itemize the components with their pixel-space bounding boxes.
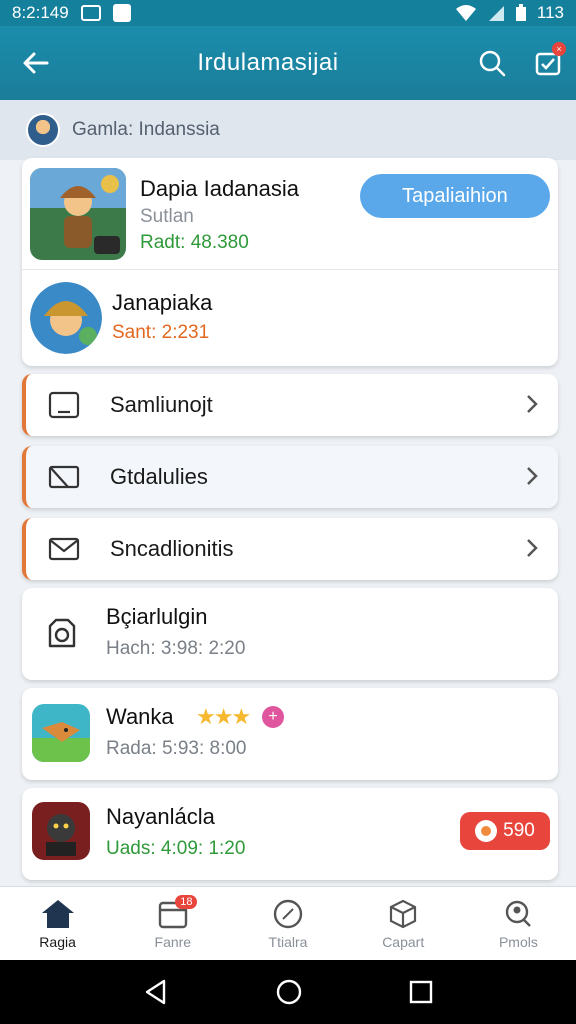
signal-icon (488, 6, 504, 21)
bottom-nav: Ragia 18 Fanre Ttialra Capart Pmols (0, 886, 576, 960)
menu-item-1[interactable]: Gtdalulies (22, 446, 558, 508)
box-icon (390, 899, 417, 928)
camera-icon (48, 618, 76, 648)
search-user-icon (506, 900, 532, 927)
nav-item-calendar[interactable]: 18 Fanre (115, 887, 230, 960)
avatar (26, 113, 60, 147)
chevron-right-icon (527, 467, 538, 485)
nav-label: Pmols (498, 933, 538, 950)
menu-item-0[interactable]: Samliunojt (22, 374, 558, 436)
notification-badge: × (552, 42, 566, 56)
game-thumbnail-icon (30, 168, 126, 260)
featured-card: Dapia Iadanasia Sutlan Radt: 48.380 Tapa… (22, 158, 558, 366)
tasks-button[interactable]: × (520, 26, 576, 100)
plus-badge-icon: + (262, 706, 284, 728)
notification-icon (112, 4, 131, 22)
profile-avatar (30, 282, 102, 354)
breadcrumb: Gamla: Indanssia (0, 100, 576, 160)
system-nav-bar (0, 960, 576, 1024)
list-item-subtitle: Uads: 4:09: 1:20 (106, 838, 246, 859)
profile-row[interactable]: Janapiaka Sant: 2:231 (22, 270, 558, 366)
menu-label: Sncadlionitis (110, 536, 234, 561)
battery-level: 113 (536, 3, 564, 22)
fox-game-icon (32, 704, 90, 762)
list-item-1[interactable]: Wanka ★★★ + Rada: 5:93: 8:00 (22, 688, 558, 780)
nav-label: Capart (382, 933, 425, 950)
list-item-title: Wanka (106, 704, 174, 729)
app-bar: Irdulamasijai × (0, 26, 576, 100)
back-triangle-icon[interactable] (142, 978, 170, 1006)
dragon-game-icon (32, 802, 90, 860)
nav-item-profile-search[interactable]: Pmols (461, 887, 576, 960)
nav-item-home[interactable]: Ragia (0, 887, 115, 960)
back-button[interactable] (0, 26, 72, 100)
list-item-title: Bçiarlulgin (106, 604, 208, 629)
status-bar: 8:2:149 113 (0, 0, 576, 26)
menu-label: Samliunojt (110, 392, 213, 417)
profile-name: Janapiaka (112, 290, 213, 315)
profile-stat: Sant: 2:231 (112, 322, 210, 343)
list-item-title: Nayanlácla (106, 804, 215, 829)
featured-subtitle: Sutlan (140, 206, 194, 227)
envelope-check-icon (48, 537, 80, 561)
list-item-2[interactable]: Nayanlácla Uads: 4:09: 1:20 590 (22, 788, 558, 880)
recents-square-icon[interactable] (408, 979, 434, 1005)
price-button[interactable]: 590 (460, 812, 550, 850)
rating-stars: ★★★ (196, 704, 251, 729)
home-icon (41, 899, 74, 928)
nav-badge: 18 (175, 895, 198, 909)
menu-item-2[interactable]: Sncadlionitis (22, 518, 558, 580)
chevron-right-icon (527, 539, 538, 557)
menu-label: Gtdalulies (110, 464, 208, 489)
search-button[interactable] (464, 26, 520, 100)
home-circle-icon[interactable] (275, 978, 303, 1006)
battery-icon (515, 4, 526, 21)
compass-icon (273, 899, 303, 928)
wifi-icon (455, 5, 476, 21)
nav-label: Ragia (39, 933, 76, 950)
featured-title: Dapia Iadanasia (140, 176, 300, 201)
search-icon (479, 50, 506, 77)
tablet-icon (48, 391, 80, 419)
featured-app-row[interactable]: Dapia Iadanasia Sutlan Radt: 48.380 Tapa… (22, 158, 558, 270)
nav-item-compass[interactable]: Ttialra (230, 887, 345, 960)
arrow-left-icon (23, 52, 49, 74)
list-item-0[interactable]: Bçiarlulgin Hach: 3:98: 2:20 (22, 588, 558, 680)
list-item-subtitle: Rada: 5:93: 8:00 (106, 738, 247, 759)
nav-label: Fanre (154, 933, 192, 950)
list-item-subtitle: Hach: 3:98: 2:20 (106, 638, 246, 659)
page-title: Irdulamasijai (197, 49, 339, 76)
status-time: 8:2:149 (12, 3, 69, 22)
nav-item-box[interactable]: Capart (346, 887, 461, 960)
chevron-right-icon (527, 395, 538, 413)
mail-icon (48, 465, 80, 489)
install-button[interactable]: Tapaliaihion (360, 174, 550, 218)
featured-stat: Radt: 48.380 (140, 232, 249, 253)
coin-icon (475, 820, 498, 842)
nav-label: Ttialra (268, 933, 308, 950)
breadcrumb-text: Gamla: Indanssia (72, 119, 220, 140)
price-label: 590 (503, 820, 535, 841)
screenshot-icon (80, 5, 101, 21)
